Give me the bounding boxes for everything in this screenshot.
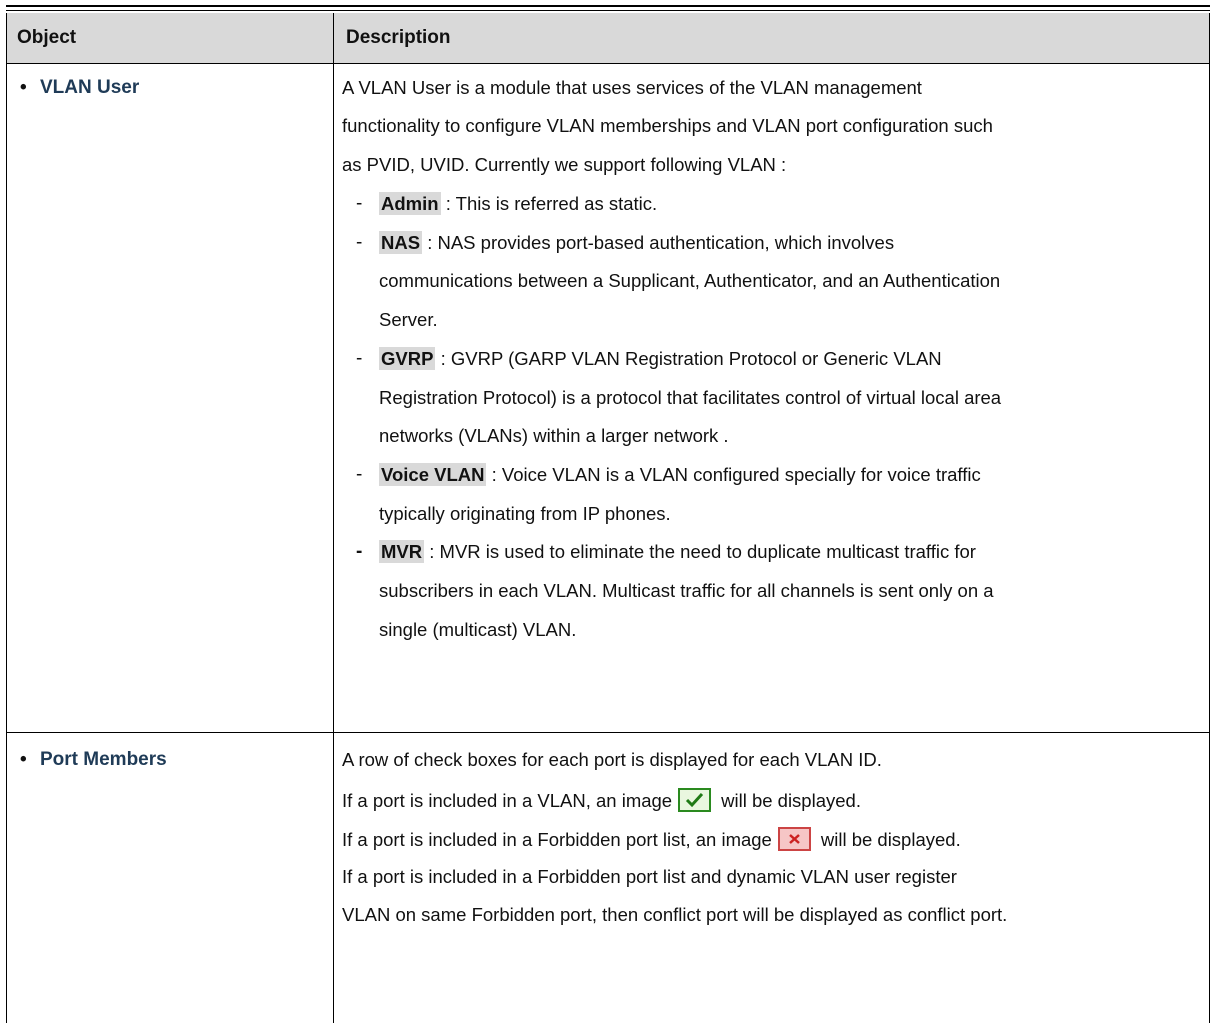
desc-line-forbidden: If a port is included in a Forbidden por…	[342, 827, 961, 851]
header-object: Object	[17, 27, 77, 48]
line-text: will be displayed.	[820, 829, 961, 850]
desc-line: A row of check boxes for each port is di…	[342, 749, 882, 770]
line-text: If a port is included in a Forbidden por…	[342, 829, 772, 850]
forbidden-image-icon	[777, 827, 811, 851]
list-item-mvr: MVR : MVR is used to eliminate the need …	[379, 540, 976, 563]
row-divider	[6, 732, 1210, 733]
column-divider	[333, 13, 334, 1023]
line-text: If a port is included in a VLAN, an imag…	[342, 790, 673, 811]
top-rule	[6, 5, 1210, 7]
list-item-nas: NAS : NAS provides port-based authentica…	[379, 231, 895, 254]
list-dash: -	[356, 232, 363, 253]
desc-line: A VLAN User is a module that uses servic…	[342, 77, 922, 98]
desc-line: functionality to configure VLAN membersh…	[342, 115, 993, 136]
desc-line: single (multicast) VLAN.	[379, 619, 577, 640]
row-object-label: Port Members	[40, 749, 167, 770]
list-item-voice-vlan: Voice VLAN : Voice VLAN is a VLAN config…	[379, 463, 981, 486]
list-dash: -	[356, 541, 363, 562]
desc-line: VLAN on same Forbidden port, then confli…	[342, 904, 1008, 925]
desc-line: If a port is included in a Forbidden por…	[342, 866, 957, 887]
desc-line: typically originating from IP phones.	[379, 503, 671, 524]
desc-line: subscribers in each VLAN. Multicast traf…	[379, 580, 994, 601]
desc-line: as PVID, UVID. Currently we support foll…	[342, 154, 787, 175]
term-desc: : Voice VLAN is a VLAN configured specia…	[486, 464, 981, 485]
header-description: Description	[346, 27, 451, 48]
term-admin: Admin	[379, 192, 441, 215]
list-item-admin: Admin : This is referred as static.	[379, 192, 658, 215]
term-nas: NAS	[379, 231, 423, 254]
desc-line: Registration Protocol) is a protocol tha…	[379, 387, 1002, 408]
line-text: will be displayed.	[721, 790, 861, 811]
header-bottom-border	[6, 63, 1210, 64]
term-gvrp: GVRP	[379, 347, 436, 370]
bullet: •	[20, 749, 27, 770]
term-desc: : NAS provides port-based authentication…	[422, 232, 895, 253]
table-left-border	[6, 13, 7, 1023]
desc-line: Server.	[379, 309, 438, 330]
term-desc: : GVRP (GARP VLAN Registration Protocol …	[435, 348, 942, 369]
term-desc: : MVR is used to eliminate the need to d…	[424, 541, 976, 562]
list-item-gvrp: GVRP : GVRP (GARP VLAN Registration Prot…	[379, 347, 942, 370]
desc-line-included: If a port is included in a VLAN, an imag…	[342, 788, 861, 812]
term-voice-vlan: Voice VLAN	[379, 463, 487, 486]
row-object-port-members: • Port Members	[20, 749, 167, 771]
check-image-icon	[678, 788, 712, 812]
desc-line: networks (VLANs) within a larger network…	[379, 425, 729, 446]
row-object-label: VLAN User	[40, 77, 140, 98]
term-mvr: MVR	[379, 540, 425, 563]
term-desc: : This is referred as static.	[440, 193, 658, 214]
list-dash: -	[356, 193, 363, 214]
bullet: •	[20, 77, 27, 98]
row-object-vlan-user: • VLAN User	[20, 77, 139, 99]
list-dash: -	[356, 348, 363, 369]
list-dash: -	[356, 464, 363, 485]
table-header: Object Description	[6, 13, 1210, 63]
top-rule-thin	[6, 10, 1210, 11]
desc-line: communications between a Supplicant, Aut…	[379, 270, 1001, 291]
